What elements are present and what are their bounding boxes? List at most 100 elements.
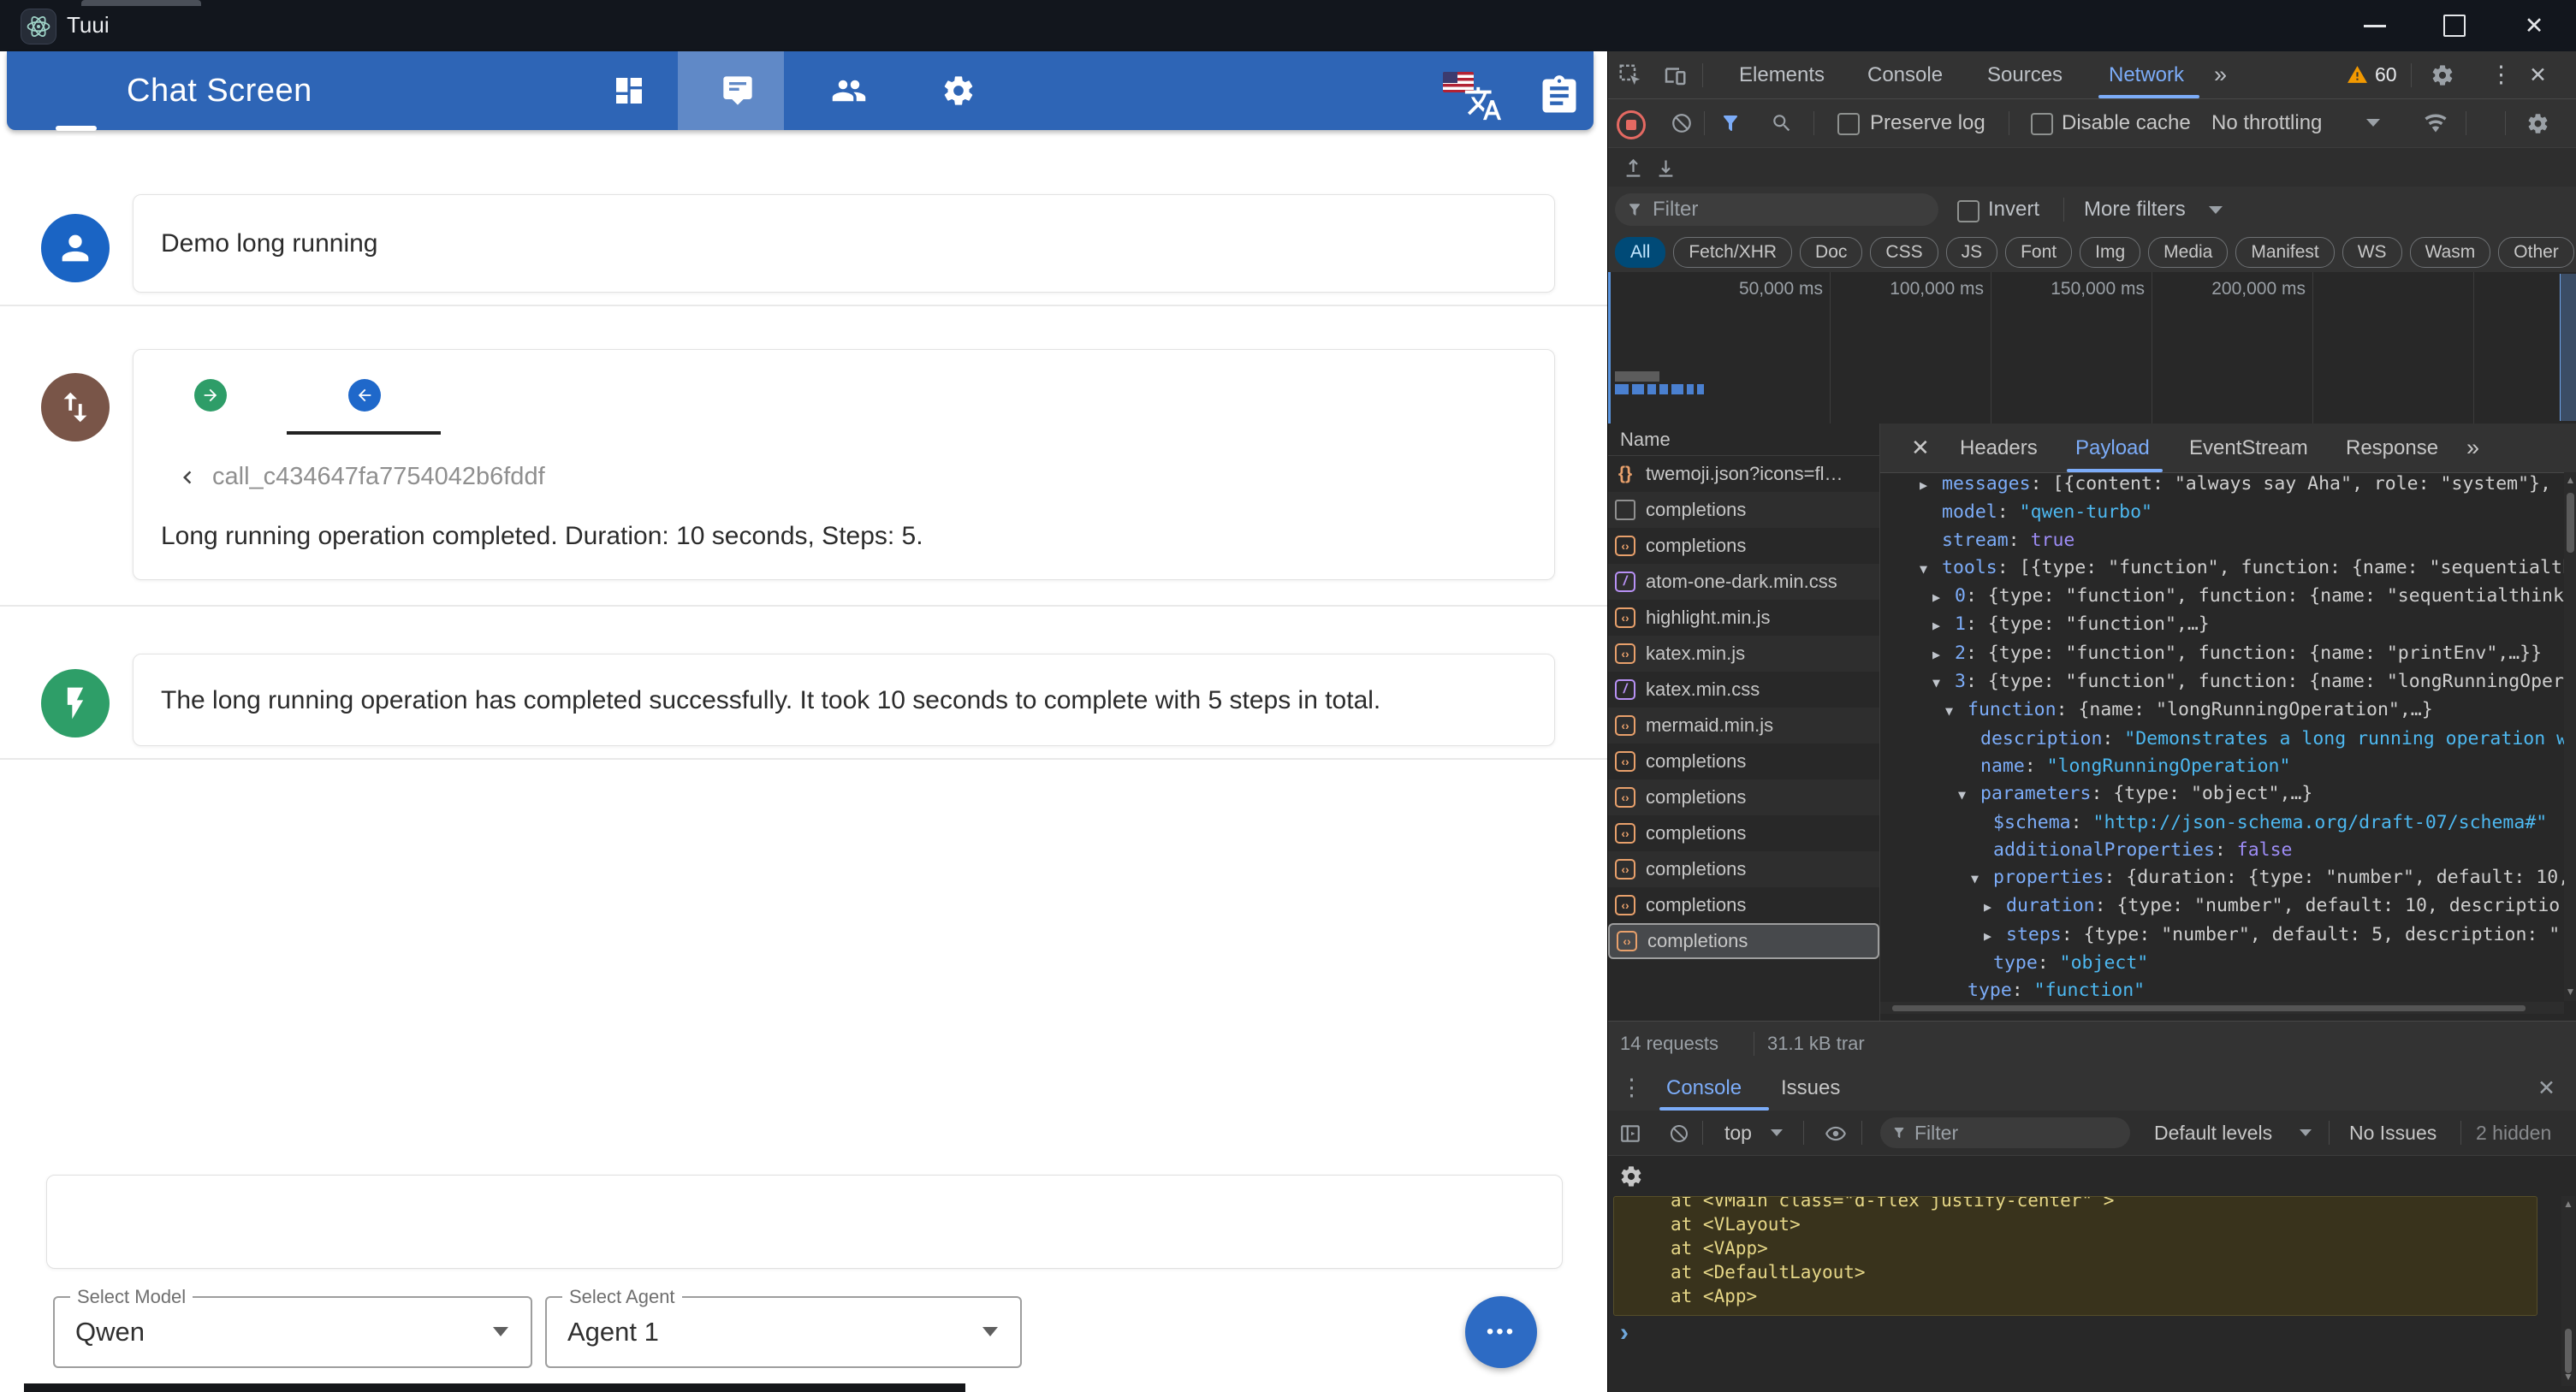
close-detail-icon[interactable]: ✕ [1911, 424, 1930, 472]
payload-line[interactable]: ▶ 1: {type: "function",…} [1880, 611, 2565, 639]
clear-network-icon[interactable] [1670, 111, 1694, 135]
tree-arrow-icon[interactable]: ▶ [1984, 922, 2006, 950]
invert-checkbox[interactable] [1957, 200, 1979, 222]
tool-call-row[interactable]: call_c434647fa7754042b6fddf [175, 463, 545, 491]
chip-other[interactable]: Other [2498, 237, 2574, 268]
vertical-scrollbar[interactable]: ▲ ▼ [2564, 472, 2576, 1001]
chip-wasm[interactable]: Wasm [2409, 237, 2491, 268]
search-icon[interactable] [1771, 112, 1793, 134]
maximize-button[interactable] [2418, 0, 2491, 51]
menu-button[interactable] [56, 121, 98, 163]
more-options-fab[interactable]: ••• [1465, 1296, 1537, 1368]
scroll-down-icon[interactable]: ▼ [2564, 986, 2576, 998]
filter-toggle-icon[interactable] [1719, 112, 1742, 134]
request-row[interactable]: {} twemoji.json?icons=fl… [1608, 456, 1879, 492]
tool-request-tab[interactable] [134, 373, 288, 418]
disable-cache-label[interactable]: Disable cache [2062, 99, 2191, 147]
overview-viewport[interactable] [2560, 274, 2576, 421]
payload-line[interactable]: model: "qwen-turbo" [1880, 499, 2565, 526]
payload-line[interactable]: ▶ messages: [{content: "always say Aha", … [1880, 471, 2565, 499]
chip-css[interactable]: CSS [1870, 237, 1938, 268]
tree-arrow-icon[interactable]: ▶ [1920, 471, 1942, 499]
console-warning-message[interactable]: at <VMain class="d-flex justify-center" … [1613, 1196, 2537, 1316]
tab-console-drawer[interactable]: Console [1666, 1065, 1742, 1111]
console-filter-input[interactable]: Filter [1880, 1117, 2130, 1148]
request-row[interactable]: ‹› completions [1608, 815, 1879, 851]
payload-line[interactable]: ▶ steps: {type: "number", default: 5, des… [1880, 921, 2565, 950]
payload-line[interactable]: ▼ 3: {type: "function", function: {name: … [1880, 668, 2565, 696]
payload-line[interactable]: description: "Demonstrates a long runnin… [1880, 726, 2565, 753]
minimize-button[interactable] [2338, 0, 2412, 51]
payload-line[interactable]: ▶ duration: {type: "number", default: 10,… [1880, 892, 2565, 921]
vertical-scrollbar[interactable]: ▲ ▼ [2561, 1196, 2575, 1386]
request-row-selected[interactable]: ‹› completions [1608, 923, 1879, 959]
payload-line[interactable]: additionalProperties: false [1880, 837, 2565, 864]
request-row[interactable]: ‹› mermaid.min.js [1608, 708, 1879, 743]
console-prompt-icon[interactable]: › [1620, 1318, 1629, 1348]
payload-line[interactable]: name: "longRunningOperation" [1880, 753, 2565, 780]
request-row[interactable]: ‹› completions [1608, 779, 1879, 815]
chip-doc[interactable]: Doc [1800, 237, 1863, 268]
tree-arrow-icon[interactable]: ▶ [1932, 612, 1955, 639]
close-devtools-icon[interactable]: ✕ [2529, 51, 2547, 98]
no-issues-label[interactable]: No Issues [2349, 1111, 2437, 1155]
horizontal-scrollbar[interactable] [1880, 1002, 2564, 1014]
chip-manifest[interactable]: Manifest [2235, 237, 2335, 268]
kebab-menu-icon[interactable]: ⋮ [1620, 1065, 1643, 1111]
payload-line[interactable]: ▼ tools: [{type: "function", function: {n… [1880, 554, 2565, 583]
chevron-down-icon[interactable] [2366, 119, 2380, 127]
request-row[interactable]: ‹› completions [1608, 743, 1879, 779]
network-conditions-icon[interactable] [2423, 110, 2448, 136]
tree-arrow-icon[interactable]: ▶ [1984, 893, 2006, 921]
export-har-icon[interactable] [1653, 155, 1678, 181]
close-drawer-icon[interactable]: ✕ [2537, 1065, 2555, 1111]
log-levels-select[interactable]: Default levels [2154, 1111, 2272, 1155]
chat-tab-button[interactable] [710, 51, 765, 130]
payload-line[interactable]: type: "object" [1880, 950, 2565, 977]
invert-label[interactable]: Invert [1988, 187, 2039, 233]
tab-headers[interactable]: Headers [1960, 424, 2038, 472]
chip-js[interactable]: JS [1945, 237, 1998, 268]
payload-line[interactable]: ▶ 0: {type: "function", function: {name: … [1880, 583, 2565, 611]
record-button[interactable] [1617, 110, 1646, 139]
agent-select[interactable]: Select Agent Agent 1 [545, 1286, 1022, 1368]
tab-elements[interactable]: Elements [1739, 51, 1825, 98]
request-row[interactable]: ‹› completions [1608, 528, 1879, 564]
tree-arrow-icon[interactable]: ▶ [1932, 583, 1955, 611]
model-select[interactable]: Select Model Qwen [53, 1286, 532, 1368]
preserve-log-label[interactable]: Preserve log [1870, 99, 1985, 147]
clear-console-icon[interactable] [1668, 1122, 1690, 1145]
network-settings-icon[interactable] [2526, 111, 2549, 135]
request-row[interactable]: ‹› completions [1608, 887, 1879, 923]
warnings-badge[interactable]: 60 [2347, 51, 2397, 98]
tab-payload[interactable]: Payload [2075, 424, 2150, 472]
tab-issues[interactable]: Issues [1781, 1065, 1840, 1111]
throttling-select[interactable]: No throttling [2211, 99, 2322, 147]
tab-network[interactable]: Network [2109, 51, 2184, 98]
chip-all[interactable]: All [1615, 237, 1666, 268]
agents-tab-button[interactable] [822, 51, 876, 130]
payload-line[interactable]: stream: true [1880, 527, 2565, 554]
eye-icon[interactable] [1824, 1122, 1848, 1146]
tree-arrow-icon[interactable]: ▼ [1932, 669, 1955, 696]
scroll-up-icon[interactable]: ▲ [2564, 474, 2576, 486]
import-har-icon[interactable] [1620, 155, 1646, 181]
translate-icon[interactable] [1463, 84, 1503, 123]
disable-cache-checkbox[interactable] [2031, 113, 2053, 135]
tab-response[interactable]: Response [2346, 424, 2438, 472]
message-input[interactable] [46, 1175, 1563, 1269]
name-column-header[interactable]: Name [1608, 424, 1880, 456]
tree-arrow-icon[interactable]: ▼ [1971, 865, 1993, 892]
payload-line[interactable]: ▼ parameters: {type: "object",…} [1880, 780, 2565, 809]
chip-media[interactable]: Media [2148, 237, 2229, 268]
tab-console[interactable]: Console [1867, 51, 1943, 98]
payload-line[interactable]: type: "function" [1880, 977, 2565, 1001]
scroll-up-icon[interactable]: ▲ [2561, 1198, 2575, 1210]
tab-eventstream[interactable]: EventStream [2189, 424, 2308, 472]
inspect-element-icon[interactable] [1617, 62, 1644, 89]
chevron-left-icon[interactable] [175, 465, 200, 490]
chip-fetch[interactable]: Fetch/XHR [1673, 237, 1793, 268]
payload-line[interactable]: ▶ 2: {type: "function", function: {name: … [1880, 640, 2565, 668]
request-row[interactable]: / atom-one-dark.min.css [1608, 564, 1879, 600]
tree-arrow-icon[interactable]: ▼ [1958, 781, 1980, 809]
